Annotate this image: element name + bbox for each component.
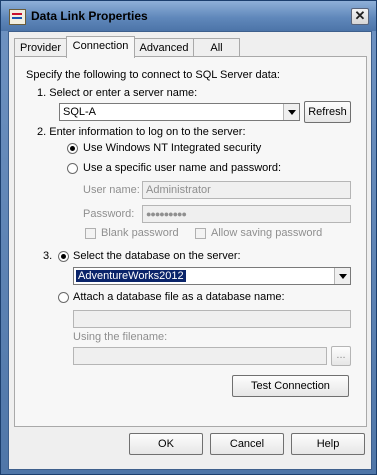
database-combo[interactable]: AdventureWorks2012 (73, 267, 351, 285)
specific-user-label: Use a specific user name and password: (83, 162, 282, 174)
database-value: AdventureWorks2012 (76, 270, 186, 282)
connection-tab-panel: Specify the following to connect to SQL … (14, 56, 367, 427)
step1-label: 1. Select or enter a server name: (37, 87, 198, 99)
blank-password-checkbox[interactable] (85, 228, 96, 239)
username-label: User name: (83, 184, 140, 196)
step2-label: 2. Enter information to log on to the se… (37, 126, 246, 138)
filename-field[interactable] (73, 347, 327, 365)
tab-connection[interactable]: Connection (66, 36, 135, 58)
attach-db-label: Attach a database file as a database nam… (73, 291, 285, 303)
step3-number: 3. (43, 250, 53, 262)
browse-button[interactable]: ... (331, 346, 351, 366)
password-label: Password: (83, 208, 135, 220)
specific-user-radio[interactable] (67, 163, 78, 174)
blank-password-label: Blank password (101, 227, 179, 239)
password-field[interactable]: ●●●●●●●●● (142, 205, 351, 223)
dialog-window: Data Link Properties ✕ Provider Connecti… (0, 0, 377, 475)
title-bar[interactable]: Data Link Properties ✕ (1, 1, 376, 31)
close-icon: ✕ (354, 8, 366, 23)
ok-button[interactable]: OK (129, 433, 203, 455)
server-name-value: SQL-A (63, 106, 97, 118)
server-name-combo[interactable]: SQL-A (59, 103, 300, 121)
close-button[interactable]: ✕ (351, 8, 369, 25)
chevron-down-icon[interactable] (334, 268, 350, 284)
filename-label: Using the filename: (73, 331, 168, 343)
attach-db-field[interactable] (73, 310, 351, 328)
attach-db-radio[interactable] (58, 292, 69, 303)
tab-all[interactable]: All (193, 38, 240, 57)
allow-saving-label: Allow saving password (211, 227, 323, 239)
tab-advanced[interactable]: Advanced (134, 38, 194, 57)
nt-security-radio[interactable] (67, 143, 78, 154)
data-link-icon (9, 9, 26, 25)
help-button[interactable]: Help (291, 433, 365, 455)
dialog-client-area: Provider Connection Advanced All Specify… (8, 31, 372, 470)
tab-provider[interactable]: Provider (14, 38, 67, 57)
nt-security-label: Use Windows NT Integrated security (83, 142, 262, 154)
username-field[interactable]: Administrator (142, 181, 351, 199)
allow-saving-checkbox[interactable] (195, 228, 206, 239)
select-db-label: Select the database on the server: (73, 250, 241, 262)
window-title: Data Link Properties (31, 9, 148, 23)
select-db-radio[interactable] (58, 251, 69, 262)
cancel-button[interactable]: Cancel (210, 433, 284, 455)
intro-text: Specify the following to connect to SQL … (26, 69, 280, 81)
test-connection-button[interactable]: Test Connection (232, 375, 349, 397)
refresh-button[interactable]: Refresh (304, 101, 351, 123)
chevron-down-icon[interactable] (283, 104, 299, 120)
